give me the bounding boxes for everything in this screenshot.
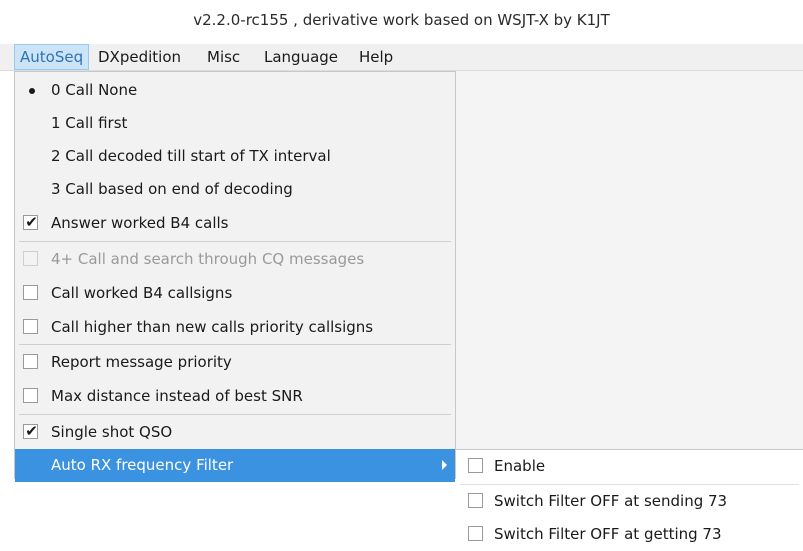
menu-dxpedition[interactable]: DXpedition — [93, 44, 186, 70]
check-icon: ✔ — [25, 422, 38, 440]
menu-misc[interactable]: Misc — [202, 44, 245, 70]
menu-item-call-first[interactable]: 1 Call first — [15, 107, 455, 140]
menu-item-call-end-decoding[interactable]: 3 Call based on end of decoding — [15, 173, 455, 206]
submenu-item-label: Enable — [494, 457, 546, 475]
menu-language[interactable]: Language — [259, 44, 343, 70]
check-icon: ✔ — [25, 213, 38, 231]
menu-item-label: 0 Call None — [51, 81, 138, 99]
menu-separator — [19, 241, 451, 242]
autoseq-dropdown-menu: 0 Call None 1 Call first 2 Call decoded … — [14, 71, 456, 482]
window-title: v2.2.0-rc155 , derivative work based on … — [193, 11, 610, 29]
menu-item-auto-rx-filter[interactable]: Auto RX frequency Filter — [15, 449, 455, 482]
menu-item-label: Auto RX frequency Filter — [51, 456, 234, 474]
checkbox[interactable]: ✔ — [23, 422, 38, 440]
menu-item-label: Answer worked B4 calls — [51, 214, 229, 232]
menu-item-label: Report message priority — [51, 353, 232, 371]
menu-item-single-shot-qso[interactable]: ✔ Single shot QSO — [15, 416, 455, 449]
menu-item-label: Call worked B4 callsigns — [51, 284, 233, 302]
main-window-background — [456, 71, 803, 449]
menu-item-call-higher-priority[interactable]: Call higher than new calls priority call… — [15, 311, 455, 344]
menu-item-label: 4+ Call and search through CQ messages — [51, 250, 365, 268]
menubar: AutoSeq DXpedition Misc Language Help — [0, 44, 803, 71]
menu-help[interactable]: Help — [354, 44, 398, 70]
chevron-right-icon — [442, 460, 447, 470]
menu-item-report-priority[interactable]: Report message priority — [15, 346, 455, 379]
menu-item-call-decoded[interactable]: 2 Call decoded till start of TX interval — [15, 140, 455, 173]
menu-separator — [19, 414, 451, 415]
checkbox[interactable] — [23, 285, 38, 300]
menu-item-label: 3 Call based on end of decoding — [51, 180, 293, 198]
menu-item-cq-search: 4+ Call and search through CQ messages — [15, 243, 455, 276]
menu-separator — [19, 344, 451, 345]
menu-item-call-worked-b4-callsigns[interactable]: Call worked B4 callsigns — [15, 277, 455, 310]
auto-rx-filter-submenu: Enable Switch Filter OFF at sending 73 S… — [456, 449, 803, 549]
submenu-item-off-getting-73[interactable]: Switch Filter OFF at getting 73 — [456, 518, 803, 551]
submenu-item-label: Switch Filter OFF at getting 73 — [494, 525, 722, 543]
menu-item-label: 2 Call decoded till start of TX interval — [51, 147, 331, 165]
submenu-item-off-sending-73[interactable]: Switch Filter OFF at sending 73 — [456, 485, 803, 518]
menu-item-max-distance[interactable]: Max distance instead of best SNR — [15, 380, 455, 413]
menu-item-label: Call higher than new calls priority call… — [51, 318, 374, 336]
submenu-item-enable[interactable]: Enable — [456, 450, 803, 483]
bullet-icon — [29, 88, 35, 94]
checkbox[interactable]: ✔ — [23, 213, 38, 231]
checkbox[interactable] — [23, 319, 38, 334]
checkbox[interactable] — [23, 388, 38, 403]
checkbox[interactable] — [468, 458, 483, 473]
checkbox[interactable] — [23, 354, 38, 369]
menu-item-call-none[interactable]: 0 Call None — [15, 74, 455, 107]
background-content — [0, 473, 456, 549]
submenu-item-label: Switch Filter OFF at sending 73 — [494, 492, 728, 510]
checkbox — [23, 251, 38, 266]
checkbox[interactable] — [468, 526, 483, 541]
menu-item-answer-worked-b4[interactable]: ✔ Answer worked B4 calls — [15, 207, 455, 240]
menu-item-label: 1 Call first — [51, 114, 128, 132]
menu-autoseq[interactable]: AutoSeq — [14, 44, 90, 70]
menu-item-label: Single shot QSO — [51, 423, 173, 441]
menu-item-label: Max distance instead of best SNR — [51, 387, 303, 405]
checkbox[interactable] — [468, 493, 483, 508]
